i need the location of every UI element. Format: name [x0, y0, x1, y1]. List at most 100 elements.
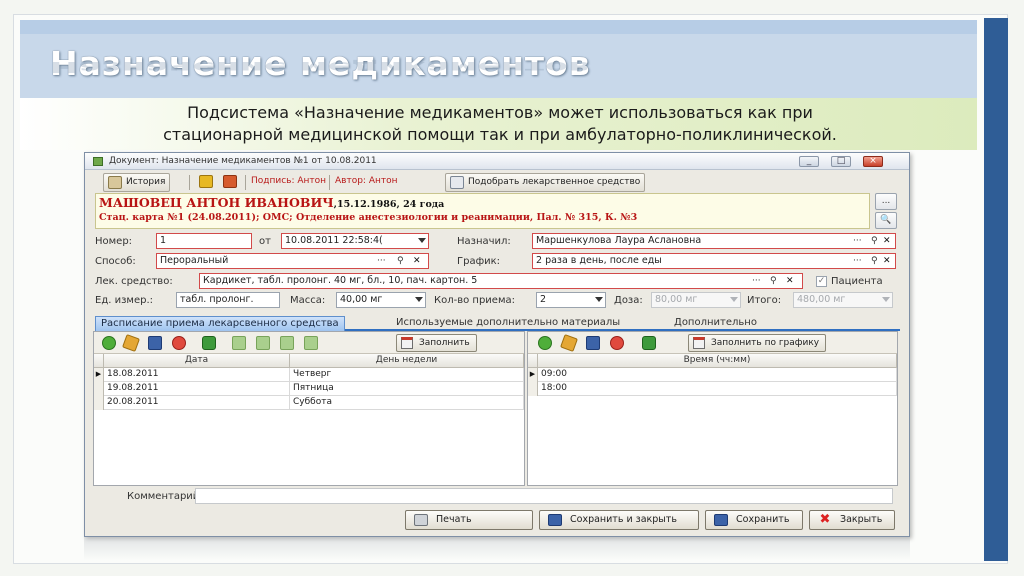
- right-accent-band: [984, 18, 1008, 561]
- row-marker: [94, 382, 104, 396]
- mass-label: Масса:: [290, 295, 326, 306]
- clear-icon[interactable]: ✕: [883, 234, 891, 248]
- clear-icon[interactable]: ✕: [786, 274, 794, 288]
- column-date[interactable]: Дата: [104, 354, 290, 368]
- lock-icon[interactable]: [199, 175, 213, 188]
- schedule-field[interactable]: 2 раза в день, после еды ··· ⚲ ✕: [532, 253, 896, 269]
- search-icon[interactable]: ⚲: [871, 234, 878, 248]
- group-icon[interactable]: [642, 336, 656, 350]
- close-button-label: Закрыть: [840, 514, 883, 525]
- last-arrow-icon[interactable]: [304, 336, 318, 350]
- chevron-down-icon: [730, 297, 738, 302]
- toolbar-divider: [189, 175, 190, 190]
- patient-checkbox[interactable]: ✓: [816, 276, 827, 287]
- dose-value: 80,00 мг: [655, 294, 698, 305]
- method-field[interactable]: Пероральный ··· ⚲ ✕: [156, 253, 429, 269]
- close-button[interactable]: ✖ Закрыть: [809, 510, 895, 530]
- search-icon[interactable]: ⚲: [770, 274, 777, 288]
- group-icon[interactable]: [202, 336, 216, 350]
- time-cell[interactable]: 09:00: [538, 368, 897, 382]
- delete-icon[interactable]: [610, 336, 624, 350]
- fill-by-schedule-button[interactable]: Заполнить по графику: [688, 334, 827, 352]
- clear-icon[interactable]: ✕: [413, 254, 421, 268]
- time-cell[interactable]: 18:00: [538, 382, 897, 396]
- weekday-cell[interactable]: Четверг: [290, 368, 524, 382]
- unit-label: Ед. измер.:: [95, 295, 153, 306]
- clear-icon[interactable]: ✕: [883, 254, 891, 268]
- column-time[interactable]: Время (чч:мм): [538, 354, 897, 368]
- patient-dob: ,15.12.1986, 24 года: [333, 199, 445, 210]
- weekday-cell[interactable]: Суббота: [290, 396, 524, 410]
- weekday-cell[interactable]: Пятница: [290, 382, 524, 396]
- chevron-down-icon[interactable]: [418, 238, 426, 243]
- save-icon: [548, 514, 562, 526]
- fill-button[interactable]: Заполнить: [396, 334, 477, 352]
- patient-more-button[interactable]: ...: [875, 193, 897, 210]
- calendar-icon: [401, 337, 413, 349]
- date-field[interactable]: 10.08.2011 22:58:4(: [281, 233, 429, 249]
- maximize-button[interactable]: □: [831, 156, 851, 167]
- tab-schedule[interactable]: Расписание приема лекарсвенного средства: [95, 316, 345, 331]
- print-button[interactable]: Печать: [405, 510, 533, 530]
- table-row[interactable]: ▶ 09:00: [528, 368, 897, 382]
- history-button[interactable]: История: [103, 173, 171, 192]
- table-row[interactable]: 20.08.2011 Суббота: [94, 396, 524, 410]
- number-field[interactable]: 1: [156, 233, 252, 249]
- chevron-down-icon[interactable]: [595, 297, 603, 302]
- minimize-button[interactable]: _: [799, 156, 819, 167]
- pick-drug-icon: [450, 176, 464, 189]
- save-icon[interactable]: [148, 336, 162, 350]
- doses-field[interactable]: 2: [536, 292, 606, 308]
- tab-materials[interactable]: Используемые дополнительно материалы: [391, 316, 625, 331]
- author-label: Автор: Антон: [335, 176, 398, 186]
- unlock-icon[interactable]: [223, 175, 237, 188]
- prev-arrow-icon[interactable]: [256, 336, 270, 350]
- tab-additional[interactable]: Дополнительно: [669, 316, 762, 331]
- table-row[interactable]: ▶ 18.08.2011 Четверг: [94, 368, 524, 382]
- assigned-by-label: Назначил:: [457, 236, 511, 247]
- subtitle-line-2: стационарной медицинской помощи так и пр…: [163, 125, 837, 144]
- column-weekday[interactable]: День недели: [290, 354, 524, 368]
- lookup-icon[interactable]: ···: [377, 254, 386, 268]
- comment-field[interactable]: [195, 488, 893, 504]
- schedule-times-pane: Заполнить по графику Время (чч:мм) ▶ 09:…: [527, 331, 898, 486]
- lookup-icon[interactable]: ···: [752, 274, 761, 288]
- edit-icon[interactable]: [122, 334, 140, 352]
- next-arrow-icon[interactable]: [280, 336, 294, 350]
- first-arrow-icon[interactable]: [232, 336, 246, 350]
- patient-search-button[interactable]: 🔍: [875, 212, 897, 229]
- date-cell[interactable]: 18.08.2011: [104, 368, 290, 382]
- add-icon[interactable]: [102, 336, 116, 350]
- history-icon: [108, 176, 122, 189]
- dose-label: Доза:: [614, 295, 643, 306]
- save-button[interactable]: Сохранить: [705, 510, 803, 530]
- method-label: Способ:: [95, 256, 136, 267]
- lookup-icon[interactable]: ···: [853, 234, 862, 248]
- mass-field[interactable]: 40,00 мг: [336, 292, 426, 308]
- lookup-icon[interactable]: ···: [853, 254, 862, 268]
- edit-icon[interactable]: [560, 334, 578, 352]
- table-row[interactable]: 18:00: [528, 382, 897, 396]
- close-window-button[interactable]: ×: [863, 156, 883, 167]
- delete-icon[interactable]: [172, 336, 186, 350]
- search-icon[interactable]: ⚲: [871, 254, 878, 268]
- save-icon[interactable]: [586, 336, 600, 350]
- document-window: Документ: Назначение медикаментов №1 от …: [84, 152, 910, 537]
- drug-field[interactable]: Кардикет, табл. пролонг. 40 мг, бл., 10,…: [199, 273, 803, 289]
- chevron-down-icon[interactable]: [415, 297, 423, 302]
- history-label: История: [126, 177, 166, 187]
- chevron-down-icon: [882, 297, 890, 302]
- unit-field[interactable]: табл. пролонг.: [176, 292, 280, 308]
- search-icon[interactable]: ⚲: [397, 254, 404, 268]
- table-row[interactable]: 19.08.2011 Пятница: [94, 382, 524, 396]
- pick-drug-button[interactable]: Подобрать лекарственное средство: [445, 173, 646, 192]
- save-and-close-button[interactable]: Сохранить и закрыть: [539, 510, 699, 530]
- window-titlebar[interactable]: Документ: Назначение медикаментов №1 от …: [85, 153, 909, 170]
- comment-label: Комментарий:: [127, 491, 203, 502]
- row-marker-header: [94, 354, 104, 368]
- add-icon[interactable]: [538, 336, 552, 350]
- date-cell[interactable]: 20.08.2011: [104, 396, 290, 410]
- assigned-by-field[interactable]: Маршенкулова Лаура Аслановна ··· ⚲ ✕: [532, 233, 896, 249]
- date-cell[interactable]: 19.08.2011: [104, 382, 290, 396]
- row-marker: [528, 382, 538, 396]
